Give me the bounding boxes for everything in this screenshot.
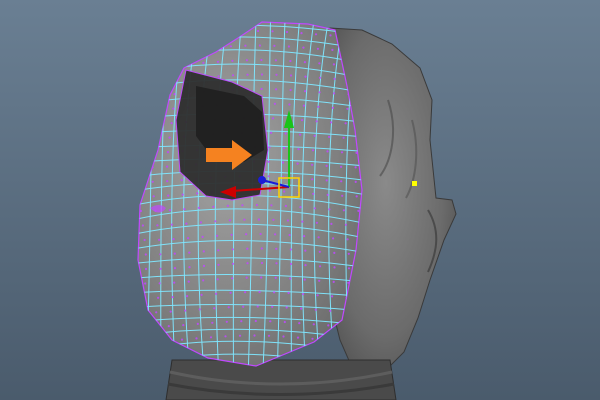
viewport-scene[interactable] (0, 0, 600, 400)
3d-viewport[interactable] (0, 0, 600, 400)
selected-vertex-handle[interactable] (412, 181, 417, 186)
z-axis-handle[interactable] (258, 176, 266, 184)
neck-collar (165, 359, 397, 400)
